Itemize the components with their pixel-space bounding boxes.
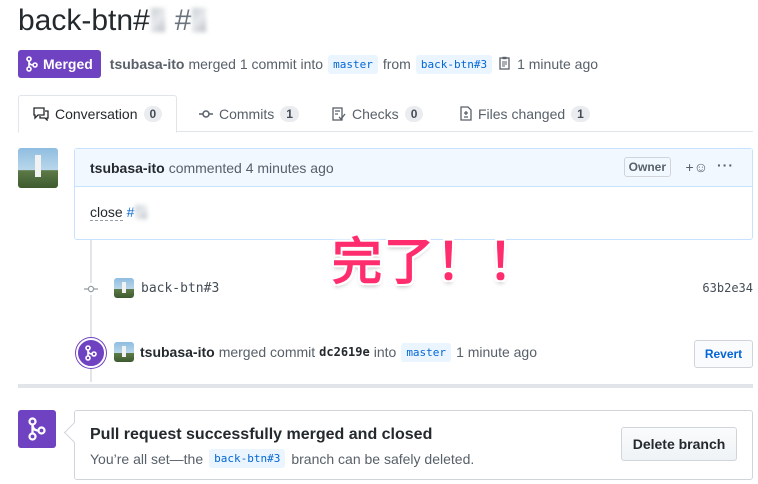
redacted-number [192, 8, 207, 32]
tab-checks[interactable]: Checks 0 [332, 95, 424, 132]
commit-message-link[interactable]: back-btn#3 [141, 281, 219, 296]
merge-box-message: You’re all set—the back-btn#3 branch can… [90, 449, 475, 468]
timeline-divider [18, 384, 753, 388]
merge-box-title: Pull request successfully merged and clo… [90, 426, 433, 443]
meta-time: 1 minute ago [517, 56, 599, 72]
tab-counter: 1 [280, 105, 299, 122]
comment-timestamp: commented 4 minutes ago [168, 159, 334, 176]
pr-author-link[interactable]: tsubasa-ito [110, 56, 185, 72]
git-merge-icon [26, 56, 38, 72]
comment-header: tsubasa-ito commented 4 minutes ago Owne… [75, 149, 752, 187]
git-commit-icon [199, 109, 213, 118]
comment-discussion-icon [33, 107, 49, 121]
redacted-number [150, 8, 165, 32]
pr-number: # [174, 4, 192, 37]
base-branch[interactable]: master [328, 54, 378, 74]
revert-button[interactable]: Revert [694, 340, 753, 368]
merged-status-badge: Merged [18, 50, 101, 78]
merge-status-box: Pull request successfully merged and clo… [74, 410, 753, 480]
tab-counter: 0 [143, 106, 163, 122]
tab-conversation[interactable]: Conversation 0 [18, 95, 178, 133]
merge-action: merged commit [218, 344, 316, 360]
page-title: back-btn# # [18, 4, 207, 38]
tab-files-changed[interactable]: Files changed 1 [460, 95, 590, 132]
git-commit-icon [83, 283, 99, 295]
meta-action: merged 1 commit into [188, 56, 324, 72]
merge-author-link[interactable]: tsubasa-ito [140, 344, 215, 360]
avatar[interactable] [114, 278, 134, 298]
avatar[interactable] [114, 342, 134, 362]
head-branch[interactable]: back-btn#3 [415, 54, 493, 74]
tab-commits[interactable]: Commits 1 [199, 95, 299, 132]
pr-tabs: Conversation 0 Commits 1 Checks 0 Files … [18, 95, 753, 133]
comment-author-link[interactable]: tsubasa-ito [90, 160, 165, 176]
add-reaction-icon[interactable]: +☺ [686, 159, 708, 175]
tab-counter: 0 [404, 105, 424, 122]
checklist-icon [332, 106, 346, 121]
overlay-caption: 完了！！ [332, 233, 540, 291]
tab-counter: 1 [571, 105, 590, 122]
merge-time: 1 minute ago [456, 344, 538, 360]
redacted-number [135, 205, 148, 219]
commit-sha-link[interactable]: 63b2e34 [702, 281, 753, 295]
pr-meta: Merged tsubasa-ito merged 1 commit into … [18, 50, 598, 78]
avatar[interactable] [18, 148, 58, 188]
git-merge-icon [18, 410, 56, 448]
merge-event: tsubasa-ito merged commit dc2619e into m… [114, 340, 537, 364]
delete-branch-button[interactable]: Delete branch [621, 427, 737, 461]
more-options-icon[interactable]: ··· [717, 157, 734, 173]
owner-badge: Owner [623, 157, 671, 177]
merge-target-branch[interactable]: master [401, 342, 452, 362]
merge-commit-sha-link[interactable]: dc2619e [319, 345, 370, 359]
comment-text: close [90, 204, 123, 221]
pr-title: back-btn# [18, 4, 150, 37]
merged-branch[interactable]: back-btn#3 [209, 449, 286, 468]
issue-link[interactable]: # [127, 204, 135, 220]
meta-from: from [382, 56, 411, 72]
git-merge-icon [76, 338, 106, 368]
merge-into: into [373, 344, 397, 360]
file-diff-icon [460, 106, 472, 121]
clippy-icon[interactable] [499, 56, 511, 73]
